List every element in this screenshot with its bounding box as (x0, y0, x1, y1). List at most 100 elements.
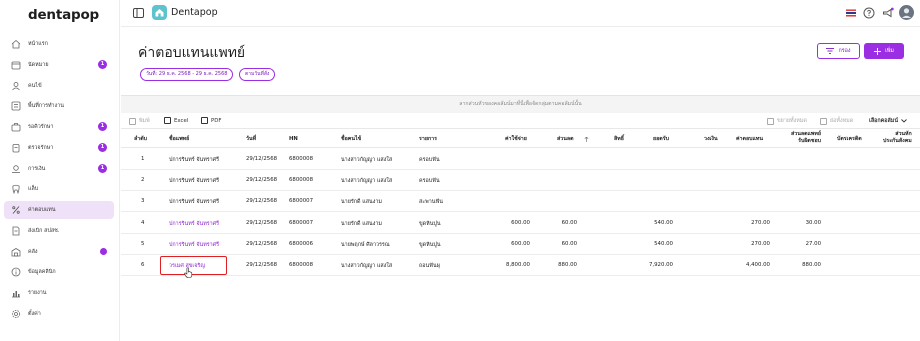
col-date[interactable]: วันที่ (246, 136, 256, 143)
pdf-label: PDF (211, 117, 222, 124)
excel-button[interactable]: Excel (164, 117, 188, 124)
cell-item: ถอนฟันผุ (419, 263, 440, 269)
column-chooser-button[interactable]: เลือกคอลัมน์ (869, 117, 907, 125)
cell-no: 2 (141, 177, 145, 184)
cell-net: 7,920.00 (648, 262, 673, 268)
status-dot (100, 248, 107, 255)
sidebar-item-13[interactable]: ตั้งค่า (4, 305, 114, 323)
cell-item: ขูดหินปูน (419, 220, 441, 227)
cell-patient: นายพฤกษ์ ศิลาวรรณ (341, 241, 390, 248)
sidebar-item-10[interactable]: คลัง (4, 243, 114, 261)
pdf-button[interactable]: PDF (201, 117, 222, 124)
sidebar-item-4[interactable]: รอคิวรักษา 1 (4, 118, 114, 136)
col-cost[interactable]: ค่าใช้จ่าย (505, 136, 527, 143)
date-type-chip[interactable]: ตามวันที่สั่ง (239, 68, 276, 81)
date-range-chip[interactable]: วันที่: 29 ธ.ค. 2568 - 29 ธ.ค. 2568 (140, 68, 234, 81)
sidebar-item-12[interactable]: รายงาน (4, 284, 114, 302)
col-discount[interactable]: ส่วนลด (557, 136, 574, 143)
col-doctor-share[interactable]: ส่วนลดแพทย์ รับผิดชอบ (791, 131, 821, 144)
sidebar-item-label: คนไข้ (28, 83, 42, 89)
col-rights[interactable]: สิทธิ์ (614, 136, 624, 143)
print-button[interactable]: พิมพ์ (129, 117, 150, 125)
sidebar-item-3[interactable]: พื้นที่การทำงาน (4, 97, 114, 115)
table-row[interactable]: 5 ปการรินทร์ จันทราศรี 29/12/2568 6800006 นา… (121, 234, 920, 255)
user-icon (11, 81, 21, 91)
table-row[interactable]: 2 ปการรินทร์ จันทราศรี 29/12/2568 6800008 นา… (121, 170, 920, 192)
sidebar-item-2[interactable]: คนไข้ (4, 77, 114, 95)
sidebar-item-5[interactable]: ตรวจรักษา 1 (4, 139, 114, 157)
sidebar-toggle-icon[interactable] (133, 8, 144, 18)
sidebar-item-label: ตรวจรักษา (28, 145, 54, 151)
col-doctor[interactable]: ชื่อแพทย์ (169, 136, 189, 143)
collapse-all-button[interactable]: ย่อทั้งหมด (820, 117, 853, 125)
sidebar-item-11[interactable]: ข้อมูลคลินิก (4, 263, 114, 281)
cell-date: 29/12/2568 (246, 198, 278, 205)
cell-fee: 270.00 (751, 240, 770, 247)
cell-doctor[interactable]: ปการรินทร์ จันทราศรี (169, 220, 219, 228)
print-icon (129, 117, 136, 125)
queue-icon (11, 122, 21, 132)
filter-button[interactable]: กรอง (817, 43, 860, 59)
info-icon (11, 267, 21, 277)
cell-doctor[interactable]: ปการรินทร์ จันทราศรี (169, 156, 219, 164)
table-row[interactable]: 3 ปการรินทร์ จันทราศรี 29/12/2568 6800007 นา… (121, 191, 920, 213)
cell-patient: นายรักดี แสนงาม (341, 220, 382, 227)
col-social[interactable]: ส่วนหัก ประกันสังคม (883, 131, 912, 144)
group-panel[interactable]: ลากส่วนหัวของคอลัมน์มาที่นี่เพื่อจัดกลุ่… (121, 96, 920, 113)
cell-net: 540.00 (654, 219, 673, 226)
avatar-icon[interactable] (899, 5, 914, 20)
col-no[interactable]: ลำดับ (134, 136, 147, 143)
col-item[interactable]: รายการ (419, 136, 437, 143)
cell-hn: 6800007 (289, 219, 314, 226)
table-row[interactable]: 6 วรเมศ สุขเจริญ 29/12/2568 6800008 นางสาวกั… (121, 255, 920, 278)
add-button[interactable]: เพิ่ม (864, 43, 904, 59)
money-icon (11, 164, 21, 174)
col-net[interactable]: ยอดรับ (653, 136, 669, 143)
cell-no: 4 (141, 219, 145, 226)
highlight-box (160, 256, 227, 275)
column-chooser-label: เลือกคอลัมน์ (869, 118, 899, 124)
cell-doctor[interactable]: ปการรินทร์ จันทราศรี (169, 241, 219, 249)
col-fee[interactable]: ค่าตอบแทน (736, 136, 763, 143)
sidebar-item-8[interactable]: ค่าตอบแทน (4, 201, 114, 219)
cell-patient: นางสาวกัญญา แสงใส (341, 178, 393, 185)
sidebar-item-1[interactable]: นัดหมาย 1 (4, 56, 114, 74)
app-home-icon[interactable] (152, 5, 167, 20)
table-row[interactable]: 4 ปการรินทร์ จันทราศรี 29/12/2568 6800007 นา… (121, 213, 920, 234)
col-credit[interactable]: วงเงิน (704, 136, 718, 143)
cell-doctor[interactable]: ปการรินทร์ จันทราศรี (169, 198, 219, 206)
sidebar-item-label: รอคิวรักษา (28, 124, 54, 130)
sidebar-item-0[interactable]: หน้าแรก (4, 35, 114, 53)
table-header: ลำดับ ชื่อแพทย์ วันที่ HN ชื่อคนไข้ รายก… (121, 128, 920, 148)
document-icon (11, 226, 21, 236)
cell-date: 29/12/2568 (246, 240, 278, 247)
col-card-fee[interactable]: บัตรเครดิต (837, 136, 862, 143)
flag-icon[interactable] (845, 7, 857, 19)
sidebar-item-label: การเงิน (28, 166, 46, 172)
cell-doctor[interactable]: ปการรินทร์ จันทราศรี (169, 177, 219, 185)
announcement-icon[interactable] (882, 7, 894, 19)
sidebar-item-9[interactable]: ส่งเบิก สปสช. (4, 222, 114, 240)
print-label: พิมพ์ (139, 118, 150, 124)
home-icon (11, 39, 21, 49)
cell-no: 6 (141, 262, 145, 268)
sidebar-item-label: แล็บ (28, 186, 39, 192)
cell-patient: นางสาวกัญญา แสงใส (341, 263, 393, 269)
cell-hn: 6800008 (289, 156, 314, 162)
col-hn[interactable]: HN (289, 136, 298, 143)
add-label: เพิ่ม (885, 48, 894, 54)
app-logo[interactable]: dentapop (28, 7, 99, 23)
data-grid: ลากส่วนหัวของคอลัมน์มาที่นี่เพื่อจัดกลุ่… (121, 95, 920, 341)
grid-toolbar: พิมพ์ Excel PDF ขยายทั้งหมด ย่อทั้งหมด เ… (121, 113, 920, 127)
help-icon[interactable] (863, 7, 875, 19)
table-row[interactable]: 1 ปการรินทร์ จันทราศรี 29/12/2568 6800008 นา… (121, 149, 920, 170)
cell-item: ครอบฟัน (419, 178, 440, 185)
sidebar-item-label: คลัง (28, 249, 38, 255)
sidebar-item-6[interactable]: การเงิน 1 (4, 160, 114, 178)
sidebar-item-7[interactable]: แล็บ (4, 180, 114, 198)
sidebar-item-label: นัดหมาย (28, 62, 49, 68)
expand-all-button[interactable]: ขยายทั้งหมด (767, 117, 807, 125)
col-doctor-share-line2: รับผิดชอบ (798, 137, 822, 144)
col-patient[interactable]: ชื่อคนไข้ (341, 136, 361, 143)
sort-ascending-icon[interactable] (584, 136, 589, 142)
